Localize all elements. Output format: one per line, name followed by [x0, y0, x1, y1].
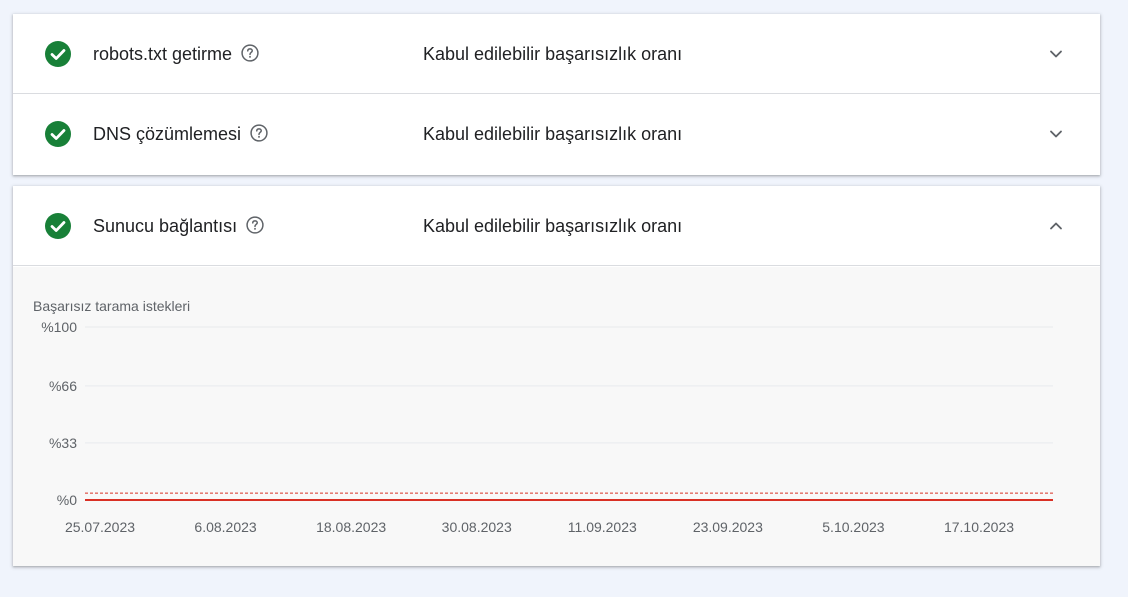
- check-circle-icon: [45, 121, 71, 147]
- x-tick-label: 30.08.2023: [442, 519, 512, 535]
- help-circle-icon[interactable]: [249, 123, 269, 143]
- crawl-status-card-top: robots.txt getirme Kabul edilebilir başa…: [13, 14, 1100, 175]
- x-tick-label: 11.09.2023: [568, 519, 637, 535]
- x-tick-label: 6.08.2023: [194, 519, 256, 535]
- chart-title: Başarısız tarama istekleri: [33, 298, 190, 314]
- x-tick-label: 23.09.2023: [693, 519, 763, 535]
- x-tick-label: 25.07.2023: [65, 519, 135, 535]
- crawl-status-card-server: Sunucu bağlantısı Kabul edilebilir başar…: [13, 186, 1100, 566]
- chevron-down-icon[interactable]: [1046, 124, 1066, 144]
- chevron-up-icon[interactable]: [1046, 216, 1066, 236]
- x-tick-label: 5.10.2023: [822, 519, 884, 535]
- x-tick-label: 18.08.2023: [316, 519, 386, 535]
- y-tick-label: %33: [49, 435, 77, 451]
- failed-requests-chart[interactable]: Başarısız tarama istekleri %100%66%33%0 …: [13, 267, 1100, 566]
- row-title-dns: DNS çözümlemesi: [93, 124, 242, 144]
- row-dns[interactable]: DNS çözümlemesi Kabul edilebilir başarıs…: [13, 94, 1100, 175]
- check-circle-icon: [45, 213, 71, 239]
- help-circle-icon[interactable]: [245, 215, 265, 235]
- chevron-down-icon[interactable]: [1046, 44, 1066, 64]
- row-title-server-connection: Sunucu bağlantısı: [93, 216, 238, 236]
- help-circle-icon[interactable]: [240, 43, 260, 63]
- y-tick-label: %66: [49, 378, 77, 394]
- y-tick-label: %0: [57, 492, 77, 508]
- x-tick-label: 17.10.2023: [944, 519, 1014, 535]
- check-circle-icon: [45, 41, 71, 67]
- row-title-robots-txt: robots.txt getirme: [93, 44, 233, 64]
- row-status-dns: Kabul edilebilir başarısızlık oranı: [423, 124, 683, 144]
- failed-requests-chart-panel: Başarısız tarama istekleri %100 %66 %33 %0 …: [13, 267, 1100, 566]
- row-server-connection[interactable]: Sunucu bağlantısı Kabul edilebilir başar…: [13, 186, 1100, 266]
- y-tick-label: %100: [41, 319, 77, 335]
- row-robots-txt[interactable]: robots.txt getirme Kabul edilebilir başa…: [13, 14, 1100, 94]
- row-status-robots-txt: Kabul edilebilir başarısızlık oranı: [423, 44, 683, 64]
- row-status-server-connection: Kabul edilebilir başarısızlık oranı: [423, 216, 683, 236]
